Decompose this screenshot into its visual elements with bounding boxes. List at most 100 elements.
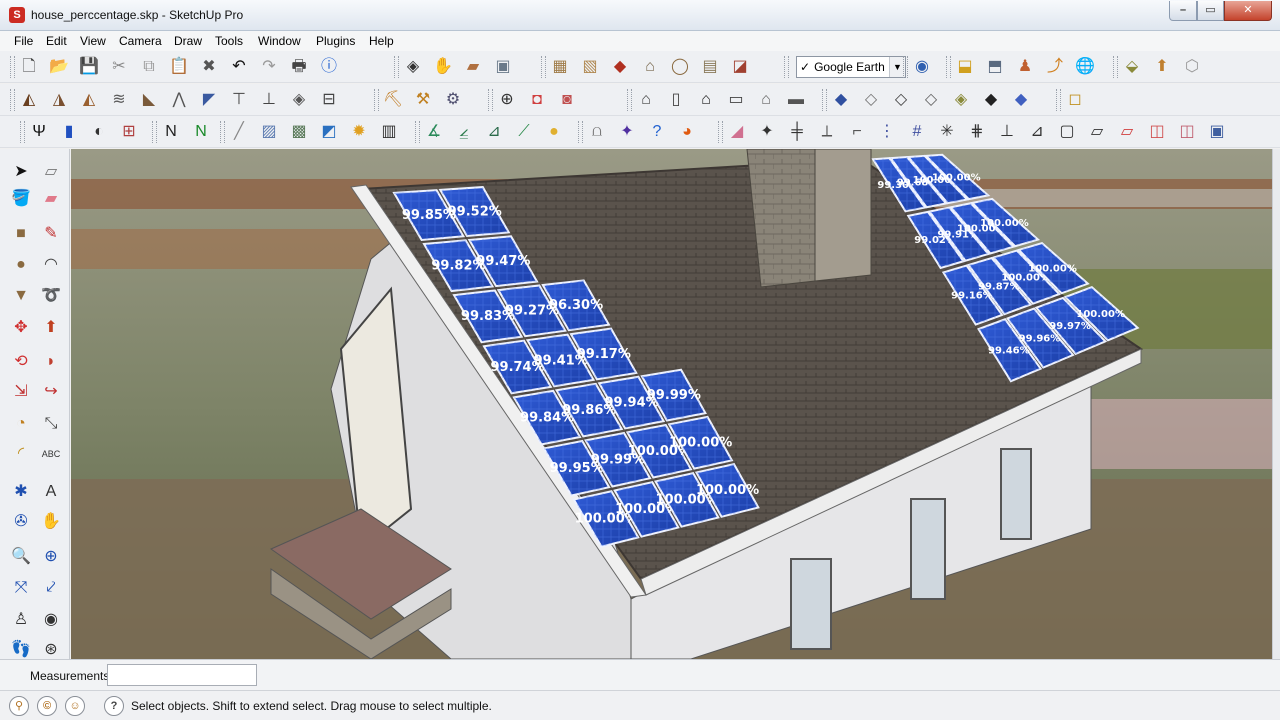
frame-icon[interactable]: ▢ <box>1054 119 1080 145</box>
paste-icon[interactable]: 📋 <box>166 54 192 80</box>
menu-help[interactable]: Help <box>369 34 394 48</box>
look-around-tool-icon[interactable]: ◉ <box>38 607 64 633</box>
menu-file[interactable]: File <box>14 34 33 48</box>
previous-view-tool-icon[interactable]: ⤦ <box>38 575 64 601</box>
xray-style-icon[interactable]: ◆ <box>828 87 854 113</box>
offset-tool-icon[interactable]: ↪ <box>38 379 64 405</box>
axes-icon[interactable]: ⤴ <box>1042 54 1068 80</box>
freehand-tool-icon[interactable]: ➰ <box>38 283 64 309</box>
view-right-icon[interactable]: ▭ <box>723 87 749 113</box>
view-left-icon[interactable]: ▬ <box>783 87 809 113</box>
person-icon[interactable]: ♟ <box>1012 54 1038 80</box>
redo-icon[interactable]: ↷ <box>256 54 282 80</box>
view-top-icon[interactable]: ▯ <box>663 87 689 113</box>
menu-plugins[interactable]: Plugins <box>316 34 355 48</box>
monochrome-style-icon[interactable]: ◆ <box>978 87 1004 113</box>
google-earth-select[interactable]: ✓ Google Earth ▼ <box>796 56 906 78</box>
texture-icon[interactable]: ▧ <box>577 54 603 80</box>
house-box-icon[interactable]: ⌂ <box>637 54 663 80</box>
cube-red-1-icon[interactable]: ◘ <box>524 87 550 113</box>
get-models-icon[interactable]: ⬓ <box>952 54 978 80</box>
chart-icon[interactable]: ▥ <box>376 119 402 145</box>
roof-tool-3-icon[interactable]: ◭ <box>76 87 102 113</box>
position-camera-tool-icon[interactable]: ♙ <box>8 607 34 633</box>
select-tool-icon[interactable]: ➤ <box>8 159 34 185</box>
model-info-icon[interactable]: ⓘ <box>316 54 342 80</box>
moon-icon[interactable]: ◐ <box>86 119 112 145</box>
foundation-icon[interactable]: ⊟ <box>316 87 342 113</box>
photo-texture-icon[interactable]: ⬙ <box>1119 54 1145 80</box>
make-component-icon[interactable]: ◈ <box>400 54 426 80</box>
view-iso-icon[interactable]: ⌂ <box>633 87 659 113</box>
minimize-button[interactable]: – <box>1169 1 1197 21</box>
grid-icon[interactable]: ╪ <box>784 119 810 145</box>
fire-icon[interactable]: ◕ <box>674 119 700 145</box>
follow-me-tool-icon[interactable]: ◗ <box>38 349 64 375</box>
shaded-style-icon[interactable]: ◇ <box>918 87 944 113</box>
share-model-icon[interactable]: ⬒ <box>982 54 1008 80</box>
dimension-tool-icon[interactable]: ⤡ <box>38 411 64 437</box>
protractor-icon[interactable]: ⦤ <box>451 119 477 145</box>
column-t-icon[interactable]: ⊤ <box>226 87 252 113</box>
cut-icon[interactable]: ✂ <box>106 54 132 80</box>
roof-tool-4-icon[interactable]: ◣ <box>136 87 162 113</box>
point-icon[interactable]: ✦ <box>754 119 780 145</box>
back-edges-style-icon[interactable]: ◆ <box>1008 87 1034 113</box>
save-icon[interactable]: 💾 <box>76 54 102 80</box>
sun-icon[interactable]: ✹ <box>346 119 372 145</box>
close-button[interactable]: ✕ <box>1224 1 1272 21</box>
new-file-icon[interactable]: 🗋 <box>16 54 42 80</box>
tape-measure-tool-icon[interactable]: ◔ <box>8 411 34 437</box>
cube-outline-icon[interactable]: ⬡ <box>1179 54 1205 80</box>
rotate-tool-icon[interactable]: ⟲ <box>8 349 34 375</box>
rectangle-tool-icon[interactable]: ■ <box>8 221 34 247</box>
cube-red-2-icon[interactable]: ◙ <box>554 87 580 113</box>
roof-tool-5-icon[interactable]: ◤ <box>196 87 222 113</box>
protractor-tool-icon[interactable]: ◜ <box>8 441 34 467</box>
paint-bucket-icon[interactable]: ✋ <box>430 54 456 80</box>
measurements-input[interactable] <box>107 664 257 686</box>
blue-panel-icon[interactable]: ▮ <box>56 119 82 145</box>
scale-tool-icon[interactable]: ⇲ <box>8 379 34 405</box>
credits-icon[interactable]: © <box>37 696 57 716</box>
eraser-tool-icon[interactable]: ▰ <box>460 54 486 80</box>
psi-icon[interactable]: Ψ <box>26 119 52 145</box>
offset-icon[interactable]: ◪ <box>727 54 753 80</box>
open-folder-icon[interactable]: 📂 <box>46 54 72 80</box>
view-front-icon[interactable]: ⌂ <box>693 87 719 113</box>
follow-me-icon[interactable]: ▤ <box>697 54 723 80</box>
pink-eraser-icon[interactable]: ◢ <box>724 119 750 145</box>
eraser-icon[interactable]: ▰ <box>38 186 64 212</box>
terrain-scale-icon[interactable]: ⚙ <box>440 87 466 113</box>
terrain-icon[interactable]: ⚒ <box>410 87 436 113</box>
doc-icon[interactable]: ▨ <box>256 119 282 145</box>
arc-tool-icon[interactable]: ◠ <box>38 252 64 278</box>
multi-box-icon[interactable]: ▣ <box>1204 119 1230 145</box>
undo-icon[interactable]: ↶ <box>226 54 252 80</box>
menu-tools[interactable]: Tools <box>215 34 243 48</box>
hash-grid-icon[interactable]: # <box>904 119 930 145</box>
tape-measure-icon[interactable]: ▣ <box>490 54 516 80</box>
menu-camera[interactable]: Camera <box>119 34 162 48</box>
zoom-window-tool-icon[interactable]: ⊕ <box>38 544 64 570</box>
compass-icon[interactable]: ✦ <box>614 119 640 145</box>
move-tool-icon[interactable]: ✥ <box>8 315 34 341</box>
upload-icon[interactable]: ⬆ <box>1149 54 1175 80</box>
slope-icon[interactable]: ⟋ <box>511 119 537 145</box>
push-pull-red-icon[interactable]: ◆ <box>607 54 633 80</box>
ruby-console-icon[interactable]: ⊕ <box>494 87 520 113</box>
box-3d-icon[interactable]: ▱ <box>1084 119 1110 145</box>
pink-box-1-icon[interactable]: ◫ <box>1144 119 1170 145</box>
truss-icon[interactable]: ⋀ <box>166 87 192 113</box>
roof-tool-1-icon[interactable]: ◭ <box>16 87 42 113</box>
zoom-extents-tool-icon[interactable]: ⤧ <box>8 575 34 601</box>
sandbox-icon[interactable]: ⛏ <box>380 87 406 113</box>
stairs-icon[interactable]: ≋ <box>106 87 132 113</box>
menu-draw[interactable]: Draw <box>174 34 202 48</box>
section-plane-icon[interactable]: ▦ <box>547 54 573 80</box>
ruler-icon[interactable]: ╱ <box>226 119 252 145</box>
google-earth-get-icon[interactable]: ◉ <box>909 54 935 80</box>
bracket-icon[interactable]: ⌐ <box>844 119 870 145</box>
wireframe-style-icon[interactable]: ◇ <box>858 87 884 113</box>
lattice-icon[interactable]: ⋕ <box>964 119 990 145</box>
